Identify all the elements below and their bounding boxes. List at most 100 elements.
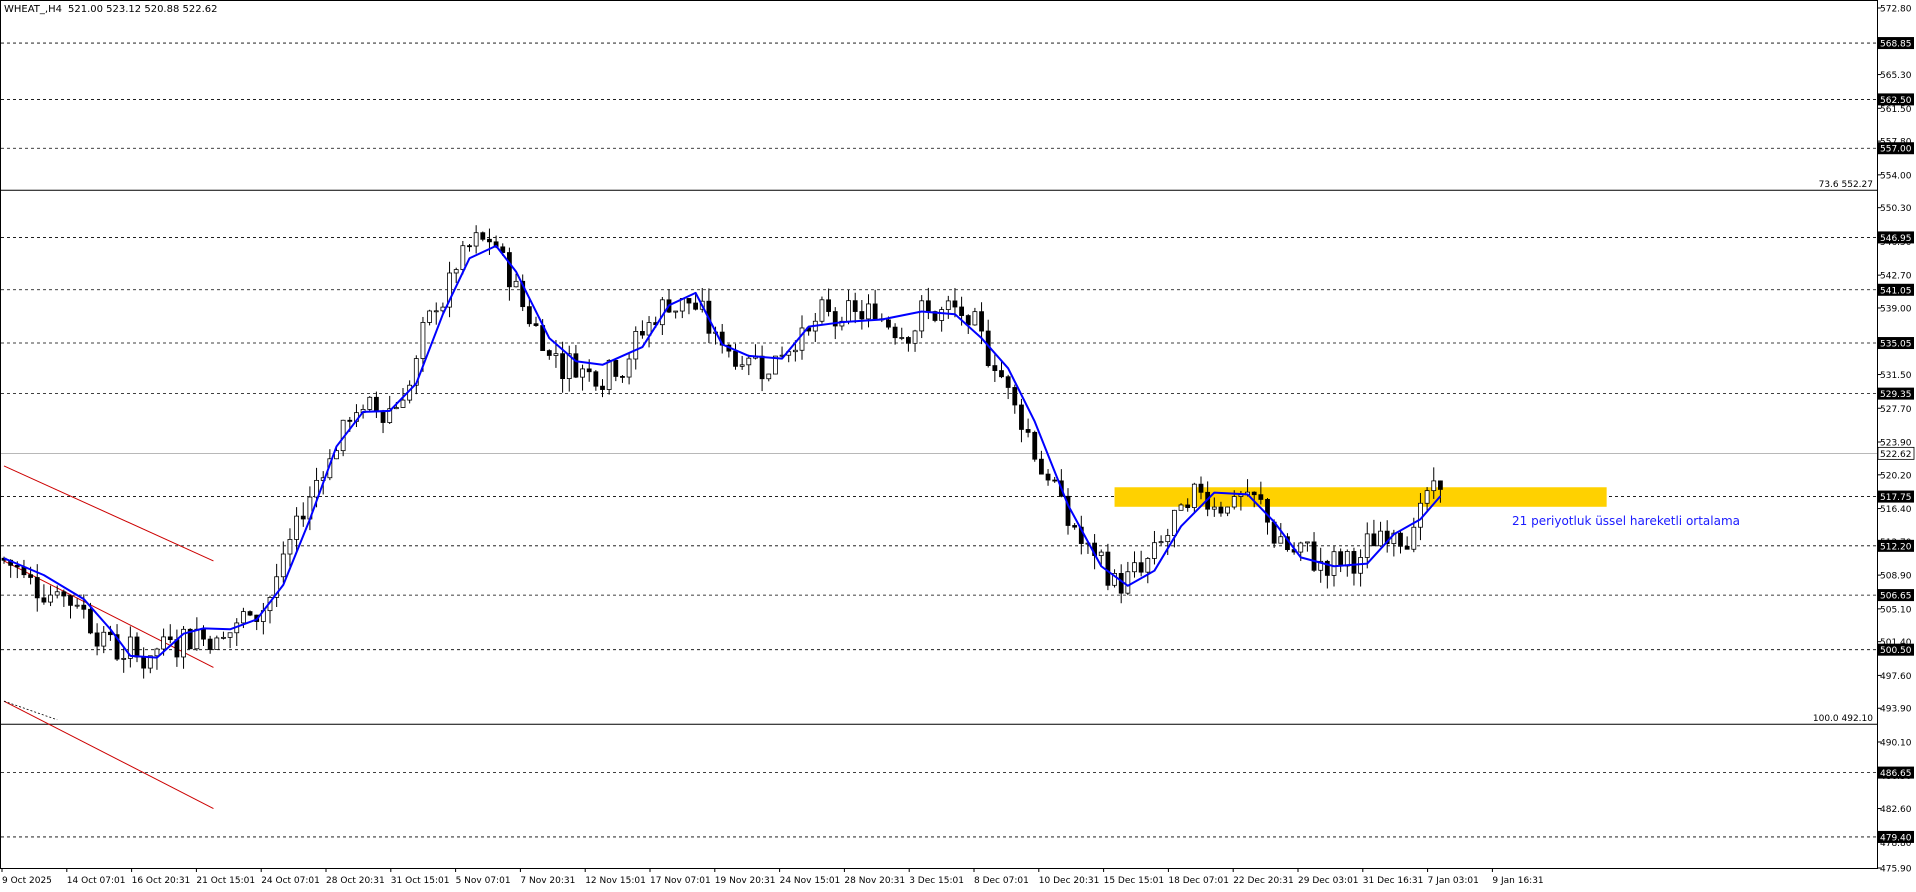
candle-body — [141, 656, 147, 669]
candle-body — [207, 638, 213, 650]
x-tick-label: 24 Oct 07:01 — [261, 876, 320, 886]
candle-body — [201, 628, 206, 640]
candle-body — [1098, 551, 1104, 556]
candle-body — [1231, 496, 1237, 508]
candle-body — [167, 636, 173, 641]
y-tick-label: 482.60 — [1880, 805, 1912, 815]
candle-body — [506, 252, 512, 288]
level-tag: 562.50 — [1880, 96, 1912, 106]
candle-body — [400, 399, 406, 408]
candle-body — [613, 359, 619, 377]
candle-body — [972, 311, 978, 326]
y-tick-label: 565.30 — [1880, 71, 1912, 81]
candle-body — [420, 322, 426, 359]
candle-body — [586, 368, 592, 373]
candle-body — [939, 309, 945, 321]
x-tick-label: 31 Dec 16:31 — [1363, 876, 1424, 886]
x-tick-label: 12 Nov 15:01 — [585, 876, 646, 886]
candle-body — [1165, 535, 1171, 543]
candle-body — [553, 353, 559, 356]
candle-body — [560, 353, 565, 380]
candle-body — [1191, 483, 1197, 508]
candle-body — [1311, 541, 1317, 571]
candle-body — [526, 306, 532, 325]
level-tag: 568.85 — [1880, 40, 1912, 50]
candle-body — [1172, 509, 1177, 536]
grid-layer: 73.6 552.27 100.0 492.10 — [0, 0, 1878, 869]
x-tick-label: 31 Oct 15:01 — [391, 876, 450, 886]
candle-body — [1251, 491, 1257, 496]
price-chart[interactable]: 73.6 552.27100.0 492.10 572.80569.10565.… — [0, 0, 1916, 888]
candle-body — [94, 632, 100, 647]
candle-body — [992, 365, 998, 371]
candle-body — [1032, 431, 1038, 460]
candle-body — [826, 299, 831, 312]
candle-body — [1351, 551, 1357, 574]
ohlc-readout: 521.00 523.12 520.88 522.62 — [68, 4, 218, 15]
candle-body — [759, 355, 765, 380]
candle-body — [1265, 499, 1270, 523]
level-tag: 535.05 — [1880, 340, 1912, 350]
candle-body — [28, 574, 34, 578]
candle-body — [573, 353, 579, 378]
current-price-tag: 522.62 — [1880, 450, 1912, 460]
x-tick-label: 17 Nov 07:01 — [650, 876, 711, 886]
candle-body — [1344, 551, 1350, 567]
candle-body — [81, 604, 87, 610]
candle-body — [620, 376, 625, 378]
level-tag: 512.20 — [1880, 542, 1912, 552]
fib-label: 73.6 552.27 — [1819, 180, 1873, 190]
candle-body — [673, 310, 679, 313]
y-tick-label: 505.10 — [1880, 605, 1912, 615]
candle-body — [1039, 458, 1044, 475]
candle-body — [819, 299, 825, 322]
candle-body — [221, 636, 226, 639]
candle-body — [746, 357, 752, 366]
level-tag: 557.00 — [1880, 145, 1912, 155]
candle-body — [886, 319, 891, 328]
x-tick-label: 24 Nov 15:01 — [780, 876, 841, 886]
candle-body — [1105, 551, 1111, 586]
candle-body — [919, 300, 925, 332]
candle-body — [1305, 541, 1310, 544]
x-tick-label: 9 Oct 2025 — [2, 876, 52, 886]
candle-body — [227, 632, 233, 638]
candle-body — [1358, 557, 1363, 574]
candle-body — [54, 591, 60, 596]
candle-body — [593, 371, 599, 387]
candle-body — [1411, 526, 1417, 550]
candle-body — [626, 358, 632, 378]
x-tick-label: 19 Nov 20:31 — [715, 876, 776, 886]
y-tick-label: 475.90 — [1880, 865, 1912, 875]
candle-body — [1364, 533, 1370, 558]
candle-body — [34, 577, 40, 599]
candle-body — [1238, 494, 1244, 497]
y-tick-label: 520.20 — [1880, 471, 1912, 481]
candle-body — [1404, 545, 1410, 550]
candle-body — [733, 350, 738, 367]
candle-body — [999, 370, 1004, 378]
candle-body — [792, 349, 798, 353]
candle-body — [892, 326, 898, 339]
x-tick-label: 7 Nov 20:31 — [520, 876, 575, 886]
candle-body — [1138, 562, 1144, 573]
x-tick-label: 16 Oct 20:31 — [132, 876, 191, 886]
candle-body — [1378, 530, 1383, 547]
candle-body — [48, 594, 53, 603]
candle-body — [1052, 479, 1058, 482]
candle-body — [121, 657, 127, 660]
candle-body — [846, 300, 851, 322]
y-tick-label: 493.90 — [1880, 705, 1912, 715]
candle-body — [1418, 502, 1423, 528]
candle-body — [1118, 573, 1124, 594]
candle-body — [1045, 473, 1051, 481]
candle-body — [1072, 525, 1078, 528]
candle-body — [473, 232, 479, 247]
x-tick-label: 18 Dec 07:01 — [1168, 876, 1229, 886]
level-tag: 546.95 — [1880, 234, 1912, 244]
candle-body — [952, 300, 958, 308]
candle-body — [427, 310, 433, 323]
candle-body — [600, 385, 605, 390]
candle-body — [194, 628, 200, 650]
y-tick-label: 516.40 — [1880, 505, 1912, 515]
